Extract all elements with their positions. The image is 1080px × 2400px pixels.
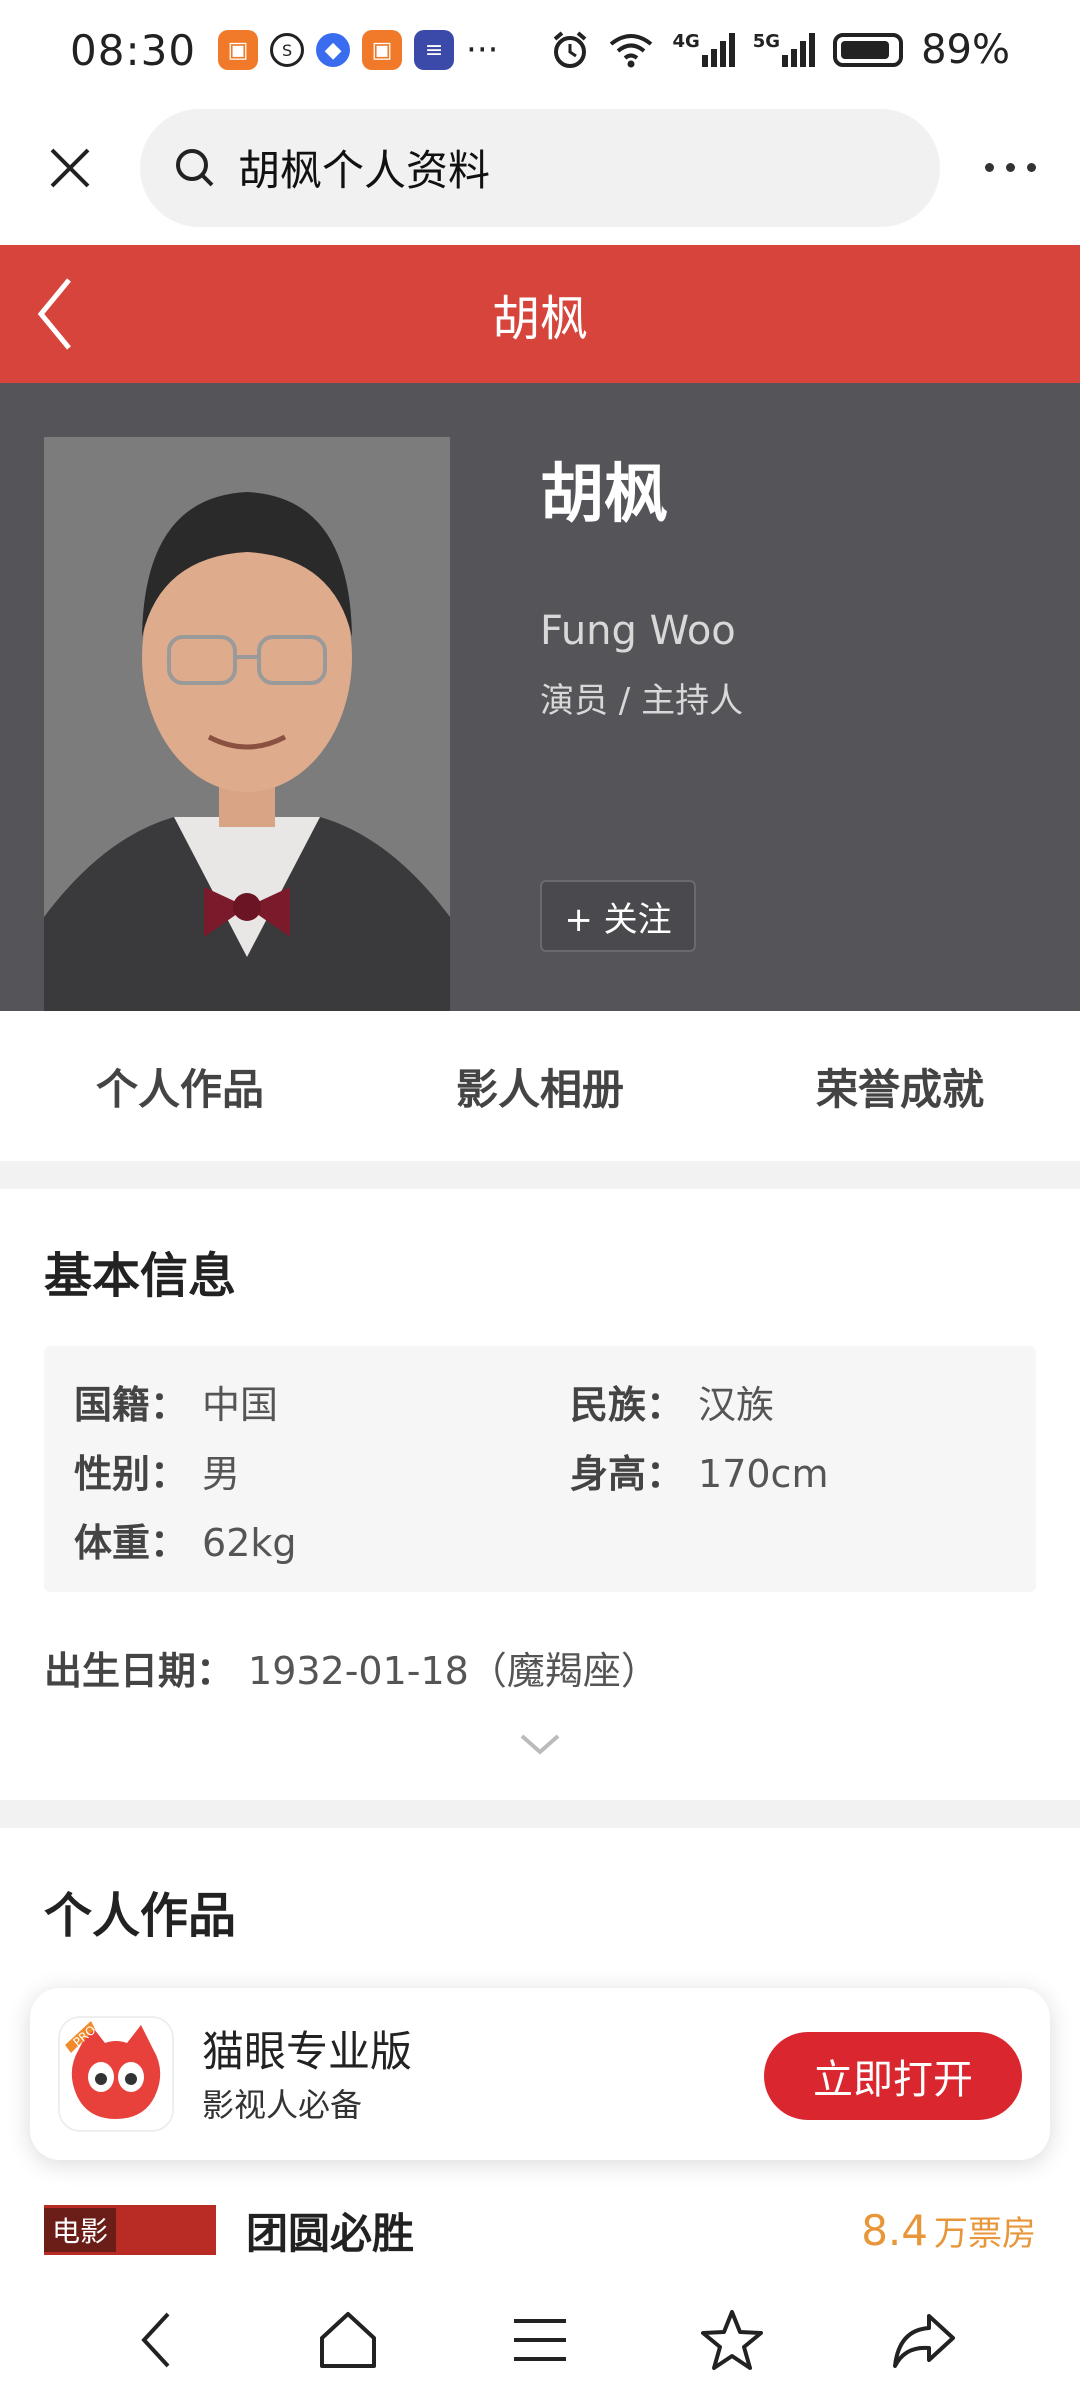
- gender-value: 男: [202, 1452, 241, 1496]
- status-app-icons: ▣ S ◆ ▣ ≡ ···: [218, 30, 498, 70]
- wifi-icon: [610, 34, 653, 68]
- browser-app-icon: ◆: [316, 33, 351, 67]
- close-button[interactable]: [0, 100, 140, 235]
- search-box[interactable]: 胡枫个人资料: [140, 108, 940, 227]
- back-button[interactable]: [10, 245, 100, 383]
- signal-bars-icon: [782, 33, 816, 67]
- dot-icon: [1005, 163, 1015, 172]
- weight-value: 62kg: [202, 1521, 297, 1565]
- chevron-down-icon: [520, 1734, 560, 1755]
- app-description: 影视人必备: [202, 2086, 363, 2124]
- expand-button[interactable]: [516, 1730, 564, 1762]
- star-icon: [701, 2310, 763, 2370]
- more-notifications-icon: ···: [466, 30, 499, 70]
- bottom-navigation: [0, 2280, 1080, 2400]
- person-photo: [44, 437, 450, 1011]
- app-promo-banner: PRO 猫眼专业版 影视人必备 立即打开: [30, 1988, 1050, 2160]
- height-row: 身高： 170cm: [570, 1443, 828, 1498]
- follow-button[interactable]: + 关注: [540, 880, 696, 952]
- height-key: 身高：: [570, 1452, 685, 1496]
- status-bar: 08:30 ▣ S ◆ ▣ ≡ ··· 4G 5G 89%: [0, 0, 1080, 100]
- sf-app-icon: S: [270, 33, 305, 67]
- share-icon: [893, 2314, 955, 2368]
- more-menu-button[interactable]: [940, 100, 1080, 235]
- nationality-key: 国籍：: [74, 1383, 189, 1427]
- birth-date-row: 出生日期： 1932-01-18（魔羯座）: [44, 1640, 659, 1695]
- weight-row: 体重： 62kg: [74, 1512, 297, 1567]
- nav-home-button[interactable]: [298, 2290, 398, 2390]
- work-title: 团圆必胜: [246, 2209, 415, 2258]
- close-icon: [50, 148, 90, 187]
- browser-bar: 胡枫个人资料: [0, 100, 1080, 235]
- nationality-value: 中国: [202, 1383, 279, 1427]
- battery-icon: [833, 33, 904, 67]
- nav-favorite-button[interactable]: [682, 2290, 782, 2390]
- section-divider: [0, 1800, 1080, 1828]
- open-app-button[interactable]: 立即打开: [764, 2032, 1022, 2120]
- maoyan-logo: PRO: [58, 2016, 174, 2132]
- cat-logo-icon: PRO: [61, 2019, 171, 2129]
- box-office-unit: 万票房: [934, 2214, 1036, 2254]
- tab-works[interactable]: 个人作品: [0, 1056, 360, 1117]
- gender-row: 性别： 男: [74, 1443, 240, 1498]
- status-right: 4G 5G 89%: [550, 27, 1010, 73]
- nationality-row: 国籍： 中国: [74, 1374, 278, 1429]
- height-value: 170cm: [698, 1452, 829, 1496]
- status-time: 08:30: [70, 25, 197, 75]
- work-type-badge: 电影: [44, 2208, 117, 2252]
- tab-photo-album[interactable]: 影人相册: [360, 1056, 720, 1117]
- dot-icon: [984, 163, 994, 172]
- search-icon: [176, 148, 214, 186]
- profile-header: 胡枫 Fung Woo 演员 / 主持人 + 关注: [0, 383, 1080, 1011]
- basic-info-title: 基本信息: [44, 1248, 237, 1304]
- kuaishou-app-icon-2: ▣: [362, 30, 403, 70]
- network-4g-label: 4G: [672, 31, 700, 52]
- dot-icon: [1026, 163, 1036, 172]
- home-icon: [320, 2312, 376, 2368]
- chevron-left-icon: [141, 2312, 170, 2368]
- ethnicity-key: 民族：: [570, 1383, 685, 1427]
- kuaishou-app-icon: ▣: [218, 30, 259, 70]
- nav-share-button[interactable]: [874, 2290, 974, 2390]
- gender-key: 性别：: [74, 1452, 189, 1496]
- alarm-icon: [554, 31, 587, 68]
- nav-back-button[interactable]: [106, 2290, 206, 2390]
- profile-tabs: 个人作品 影人相册 荣誉成就: [0, 1011, 1080, 1161]
- portrait-illustration: [44, 437, 450, 1011]
- box-office: 8.4 万票房: [861, 2206, 1036, 2255]
- work-list-item[interactable]: 电影 团圆必胜 8.4 万票房: [0, 2170, 1080, 2280]
- page-title: 胡枫: [491, 291, 588, 347]
- tab-honors[interactable]: 荣誉成就: [720, 1056, 1080, 1117]
- signal-4g: 4G: [672, 31, 735, 67]
- birth-date-key: 出生日期：: [44, 1649, 235, 1693]
- birth-date-value: 1932-01-18（魔羯座）: [248, 1649, 659, 1693]
- person-english-name: Fung Woo: [540, 608, 736, 654]
- ethnicity-row: 民族： 汉族: [570, 1374, 774, 1429]
- signal-5g: 5G: [752, 31, 816, 67]
- basic-info-box: 国籍： 中国 民族： 汉族 性别： 男 身高： 170cm 体重： 62kg: [44, 1346, 1036, 1592]
- reader-app-icon: ≡: [414, 30, 455, 70]
- app-name: 猫眼专业版: [202, 2027, 413, 2076]
- menu-icon: [514, 2319, 566, 2361]
- page-title-bar: 胡枫: [0, 245, 1080, 383]
- person-roles: 演员 / 主持人: [540, 681, 744, 721]
- signal-bars-icon: [701, 33, 735, 67]
- network-5g-label: 5G: [752, 31, 781, 52]
- battery-percent: 89%: [921, 27, 1010, 73]
- works-section-title: 个人作品: [44, 1888, 237, 1944]
- weight-key: 体重：: [74, 1521, 189, 1565]
- work-thumbnail: 电影: [44, 2205, 216, 2255]
- person-name: 胡枫: [540, 458, 668, 532]
- ethnicity-value: 汉族: [698, 1383, 775, 1427]
- section-divider: [0, 1161, 1080, 1189]
- chevron-left-icon: [37, 278, 71, 350]
- search-text: 胡枫个人资料: [238, 146, 491, 195]
- box-office-value: 8.4: [861, 2206, 928, 2255]
- nav-menu-button[interactable]: [490, 2290, 590, 2390]
